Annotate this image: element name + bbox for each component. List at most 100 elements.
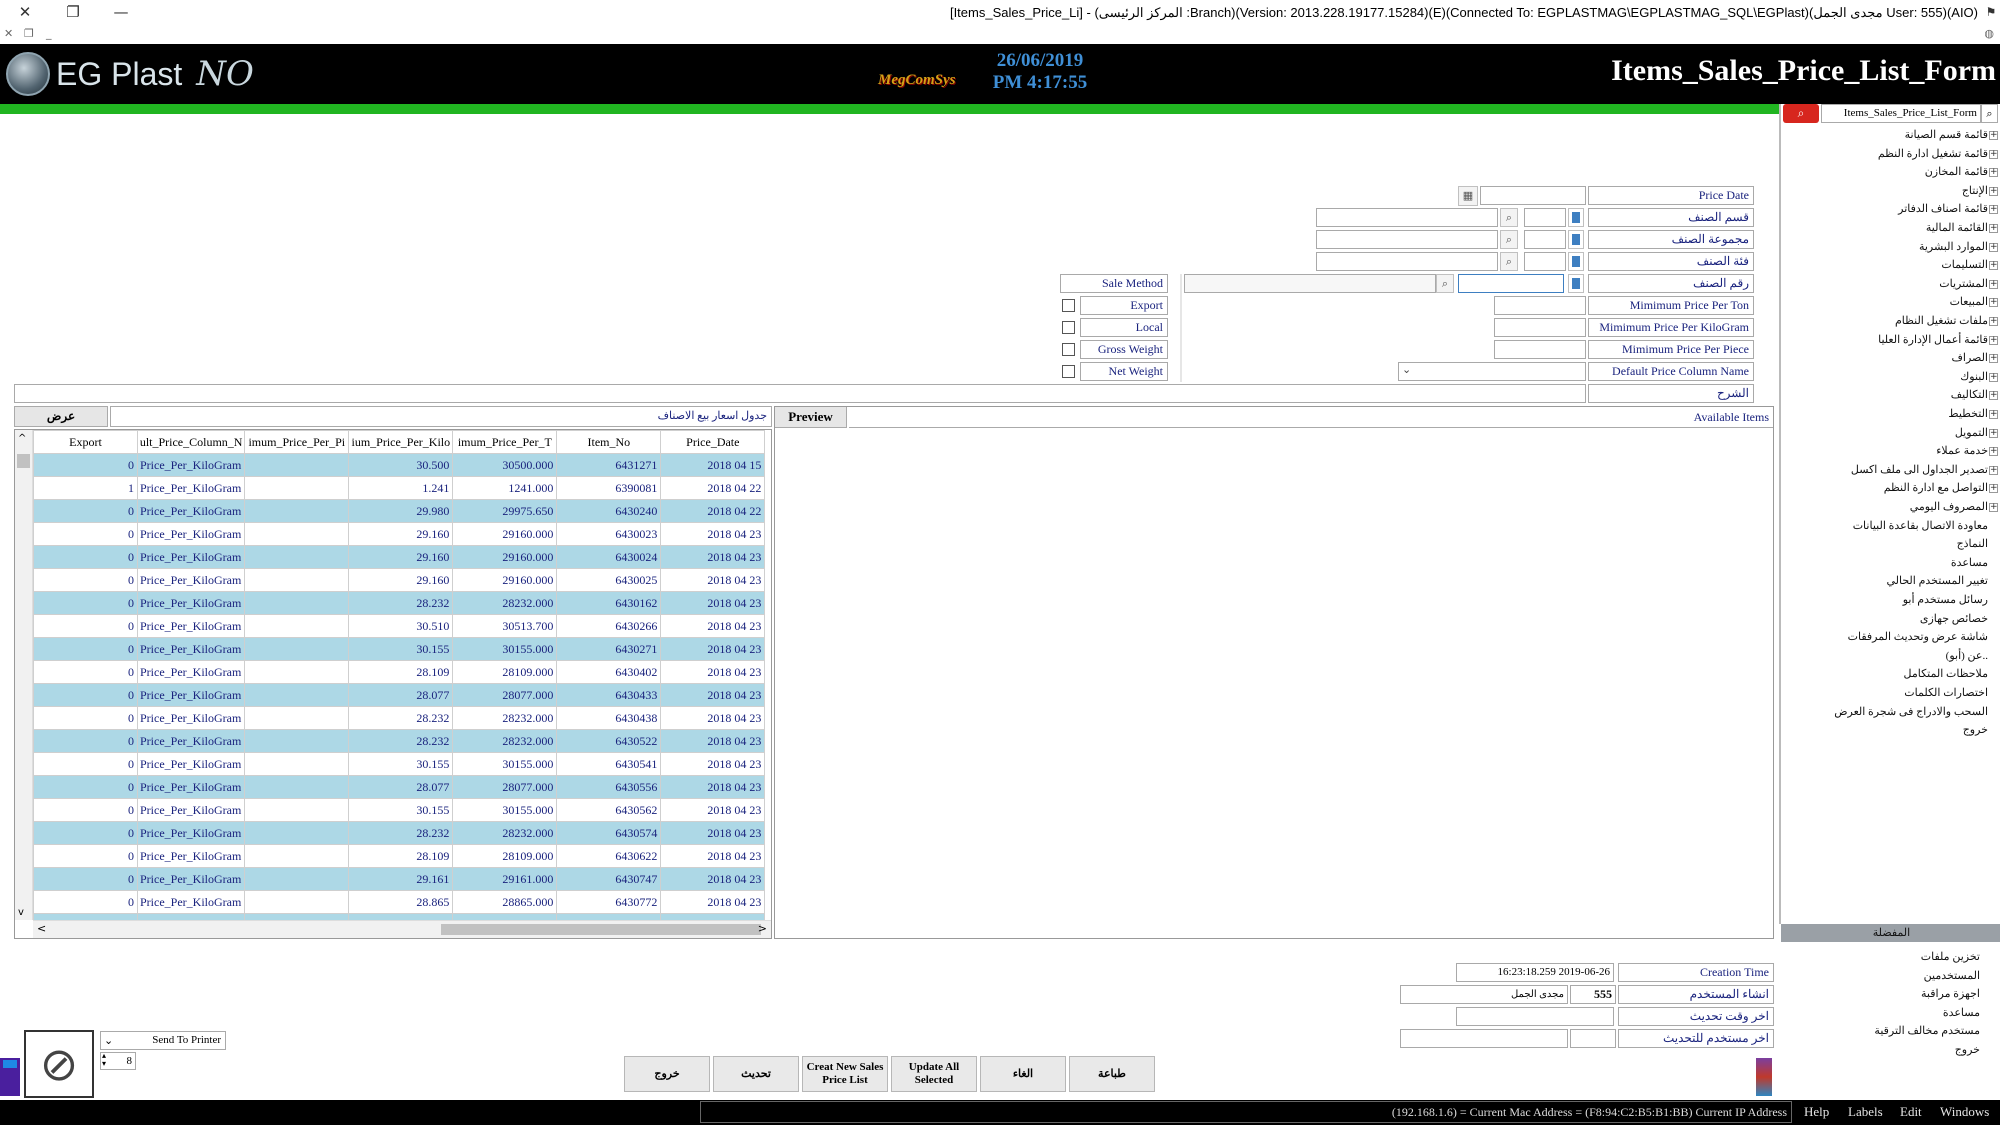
side-handle[interactable]: [0, 1058, 20, 1096]
scroll-left-icon[interactable]: <: [37, 922, 46, 935]
gross-weight-checkbox[interactable]: [1062, 343, 1075, 356]
cancel-button[interactable]: الغاء: [980, 1056, 1066, 1092]
column-header[interactable]: Price_Date: [660, 430, 766, 454]
tree-node[interactable]: الإنتاج: [1962, 184, 1988, 197]
expand-icon[interactable]: +: [1989, 149, 1998, 159]
menu-labels[interactable]: Labels: [1848, 1104, 1883, 1120]
min-price-ton-input[interactable]: [1494, 296, 1586, 315]
search-icon[interactable]: ⌕: [1783, 104, 1819, 123]
tree-node[interactable]: خدمة عملاء: [1936, 444, 1988, 457]
table-row[interactable]: 0 Price_Per_KiloGram 28.232 28232.000 643057…: [33, 821, 766, 845]
item-category-picker-icon[interactable]: [1568, 252, 1584, 271]
scroll-right-icon[interactable]: >: [758, 922, 767, 935]
tree-node[interactable]: النماذج: [1957, 537, 1988, 550]
tree-node[interactable]: خصائص جهازى: [1920, 612, 1988, 625]
item-group-code[interactable]: [1524, 230, 1566, 249]
expand-icon[interactable]: +: [1989, 298, 1998, 308]
expand-icon[interactable]: +: [1989, 186, 1998, 196]
stepper-arrows-icon[interactable]: ▴ ▾: [102, 1052, 106, 1068]
table-row[interactable]: 0 Price_Per_KiloGram 28.232 28232.000 643052…: [33, 729, 766, 753]
table-row[interactable]: 1 Price_Per_KiloGram 1.241 1241.000 6390081 2…: [33, 476, 766, 500]
favorite-item[interactable]: خروج: [1955, 1043, 1980, 1056]
send-to-printer-select[interactable]: ⌄ Send To Printer: [100, 1031, 226, 1050]
tree-node[interactable]: قائمة المخازن: [1925, 165, 1988, 178]
favorite-item[interactable]: تخزين ملفات: [1921, 950, 1980, 963]
tree-node[interactable]: الموارد البشرية: [1919, 240, 1988, 253]
tree-node[interactable]: قائمة قسم الصيانة: [1905, 128, 1988, 141]
notes-input[interactable]: [14, 384, 1586, 403]
table-row[interactable]: 0 Price_Per_KiloGram 30.155 30155.000 643027…: [33, 637, 766, 661]
favorite-item[interactable]: مساعدة: [1943, 1006, 1980, 1019]
table-row[interactable]: 0 Price_Per_KiloGram 28.109 28109.000 643062…: [33, 844, 766, 868]
mdi-restore-icon[interactable]: ❐: [24, 27, 34, 40]
tree-node[interactable]: الصراف: [1952, 351, 1988, 364]
update-all-selected-button[interactable]: Update All Selected: [891, 1056, 977, 1092]
mdi-close-icon[interactable]: ✕: [4, 27, 13, 40]
column-header[interactable]: imum_Price_Per_T: [452, 430, 558, 454]
scroll-up-icon[interactable]: ^: [18, 433, 26, 444]
exit-button[interactable]: خروج: [624, 1056, 710, 1092]
tree-node[interactable]: معاودة الاتصال بقاعدة البيانات: [1853, 519, 1988, 532]
restore-window-icon[interactable]: ❐: [60, 2, 86, 24]
item-number-input[interactable]: [1458, 274, 1564, 293]
tree-node[interactable]: التكاليف: [1951, 388, 1988, 401]
expand-icon[interactable]: +: [1989, 447, 1998, 457]
expand-icon[interactable]: +: [1989, 410, 1998, 419]
table-row[interactable]: 0 Price_Per_KiloGram 30.500 30500.000 643127…: [33, 453, 766, 477]
tree-node[interactable]: قائمة أعمال الإدارة العليا: [1878, 333, 1988, 346]
tree-node[interactable]: ملفات تشغيل النظام: [1895, 314, 1988, 327]
scroll-down-icon[interactable]: v: [18, 907, 24, 918]
print-button[interactable]: طباعة: [1069, 1056, 1155, 1092]
tab-preview[interactable]: Preview: [775, 407, 847, 428]
net-weight-checkbox[interactable]: [1062, 365, 1075, 378]
expand-icon[interactable]: +: [1989, 261, 1998, 271]
table-row[interactable]: 0 Price_Per_KiloGram 29.980 29975.650 643024…: [33, 499, 766, 523]
tree-node[interactable]: عن (أبو)..: [1946, 649, 1988, 662]
mdi-minimize-icon[interactable]: _: [46, 27, 52, 40]
item-number-search-icon[interactable]: ⌕: [1436, 274, 1454, 293]
expand-icon[interactable]: +: [1989, 205, 1998, 215]
table-row[interactable]: 0 Price_Per_KiloGram 30.155 30155.000 643054…: [33, 752, 766, 776]
table-row[interactable]: 0 Price_Per_KiloGram 29.160 29160.000 643002…: [33, 568, 766, 592]
item-category-code[interactable]: [1524, 252, 1566, 271]
paperclip-icon[interactable]: ⊘: [24, 1030, 94, 1098]
item-group-picker-icon[interactable]: [1568, 230, 1584, 249]
tree-node[interactable]: البنوك: [1960, 370, 1988, 383]
menu-edit[interactable]: Edit: [1900, 1104, 1922, 1120]
table-row[interactable]: 0 Price_Per_KiloGram 28.077 28077.000 643043…: [33, 683, 766, 707]
local-checkbox[interactable]: [1062, 321, 1075, 334]
expand-icon[interactable]: +: [1989, 335, 1998, 345]
copies-stepper[interactable]: ▴ ▾ 8: [100, 1052, 136, 1070]
expand-icon[interactable]: +: [1989, 391, 1998, 401]
tree-node[interactable]: مساعدة: [1951, 556, 1988, 569]
favorite-item[interactable]: المستخدمين: [1924, 969, 1980, 982]
min-price-piece-input[interactable]: [1494, 340, 1586, 359]
tree-node[interactable]: اختصارات الكلمات: [1904, 686, 1988, 699]
tree-node[interactable]: التسليمات: [1941, 258, 1988, 271]
tree-node[interactable]: المبيعات: [1950, 295, 1988, 308]
item-number-picker-icon[interactable]: [1568, 274, 1584, 293]
tree-node[interactable]: تغيير المستخدم الحالي: [1886, 574, 1988, 587]
price-date-input[interactable]: [1480, 186, 1586, 205]
table-row[interactable]: 0 Price_Per_KiloGram 28.232 28232.000 643043…: [33, 706, 766, 730]
item-category-search-icon[interactable]: ⌕: [1500, 252, 1518, 271]
expand-icon[interactable]: +: [1989, 242, 1998, 252]
min-price-kg-input[interactable]: [1494, 318, 1586, 337]
tree-node[interactable]: التخطيط: [1948, 407, 1988, 420]
tree-node[interactable]: المشتريات: [1939, 277, 1988, 290]
favorite-item[interactable]: اجهزة مراقبة: [1921, 987, 1980, 1000]
table-row[interactable]: 0 Price_Per_KiloGram 29.161 29161.000 643074…: [33, 867, 766, 891]
menu-windows[interactable]: Windows: [1940, 1104, 1989, 1120]
calendar-icon[interactable]: ▦: [1458, 186, 1478, 206]
expand-icon[interactable]: +: [1989, 484, 1998, 494]
expand-icon[interactable]: +: [1989, 428, 1998, 438]
refresh-button[interactable]: تحديث: [713, 1056, 799, 1092]
table-row[interactable]: 0 Price_Per_KiloGram 28.232 28232.000 643016…: [33, 591, 766, 615]
tree-node[interactable]: التواصل مع ادارة النظم: [1884, 481, 1988, 494]
tree-node[interactable]: التمويل: [1955, 426, 1988, 439]
expand-icon[interactable]: +: [1989, 465, 1998, 475]
tree-node[interactable]: ملاحظات المتكامل: [1904, 667, 1988, 680]
item-group-search-icon[interactable]: ⌕: [1500, 230, 1518, 249]
tree-node[interactable]: خروج: [1963, 723, 1988, 736]
grid-horizontal-scrollbar[interactable]: < >: [33, 920, 771, 938]
